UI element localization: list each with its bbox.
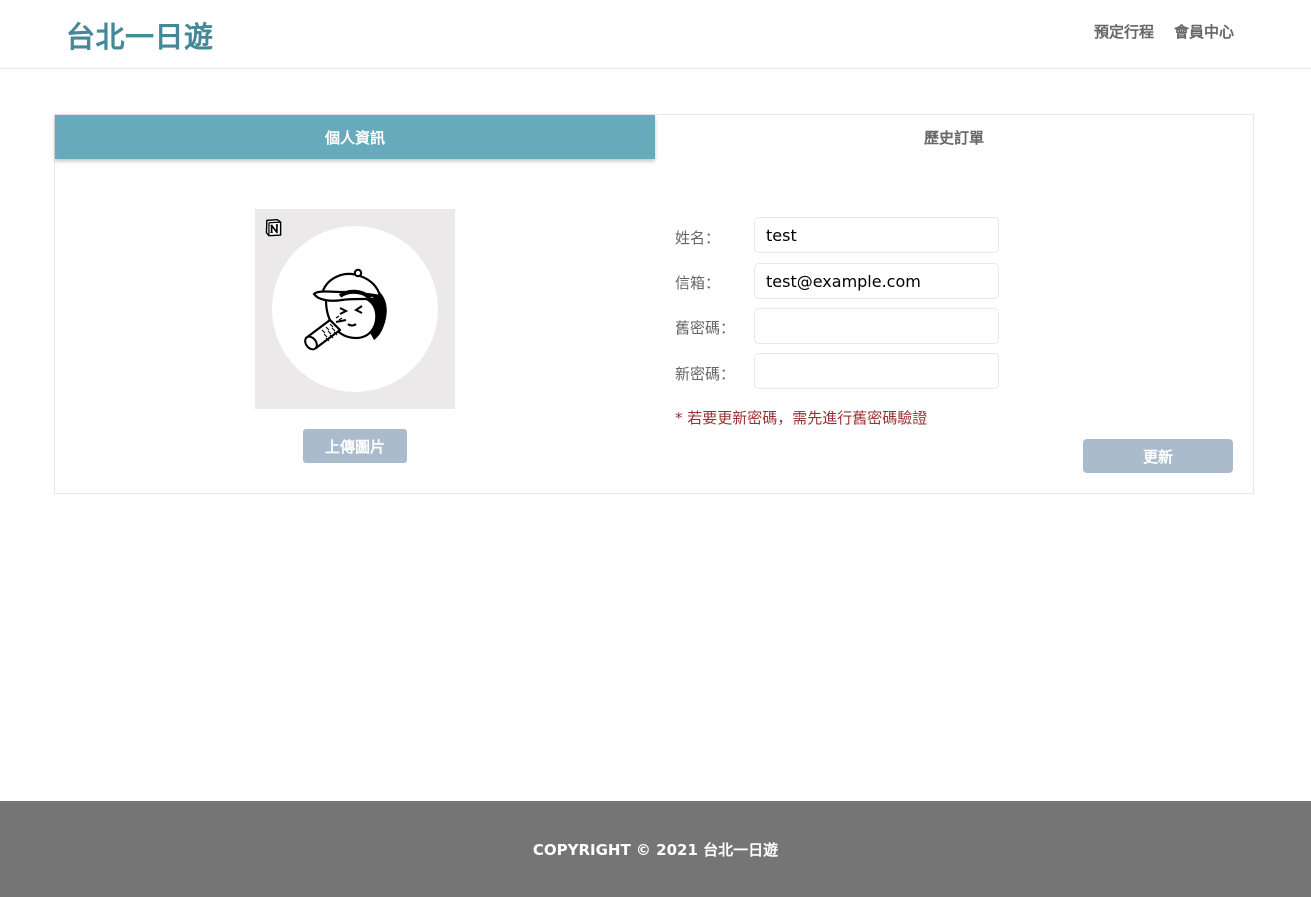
new-password-label: 新密碼： (675, 365, 736, 383)
nav-member-center[interactable]: 會員中心 (1174, 21, 1234, 42)
name-label: 姓名： (675, 229, 721, 247)
site-logo[interactable]: 台北一日遊 (66, 14, 214, 56)
cartoon-face-icon (304, 268, 387, 351)
email-field[interactable] (754, 263, 999, 299)
new-password-field[interactable] (754, 353, 999, 389)
nav-links: 預定行程 會員中心 (1094, 21, 1234, 42)
update-button[interactable]: 更新 (1083, 439, 1233, 473)
tab-order-history[interactable]: 歷史訂單 (655, 115, 1253, 159)
name-field[interactable] (754, 217, 999, 253)
tab-profile[interactable]: 個人資訊 (55, 115, 655, 159)
avatar-preview (255, 209, 455, 409)
email-label: 信箱： (675, 274, 721, 292)
notion-icon (265, 218, 282, 237)
nav-book-trip[interactable]: 預定行程 (1094, 21, 1154, 42)
old-password-label: 舊密碼： (675, 319, 736, 337)
password-hint: * 若要更新密碼，需先進行舊密碼驗證 (675, 409, 928, 427)
old-password-field[interactable] (754, 308, 999, 344)
top-navbar: 台北一日遊 預定行程 會員中心 (0, 0, 1311, 69)
upload-image-button[interactable]: 上傳圖片 (303, 429, 407, 463)
tab-bar: 歷史訂單 個人資訊 (55, 115, 1253, 159)
member-card: 歷史訂單 個人資訊 上傳圖片 姓名： test 信箱： test@example… (54, 114, 1254, 494)
copyright-text: COPYRIGHT © 2021 台北一日遊 (532, 840, 779, 859)
footer: COPYRIGHT © 2021 台北一日遊 (0, 801, 1311, 897)
